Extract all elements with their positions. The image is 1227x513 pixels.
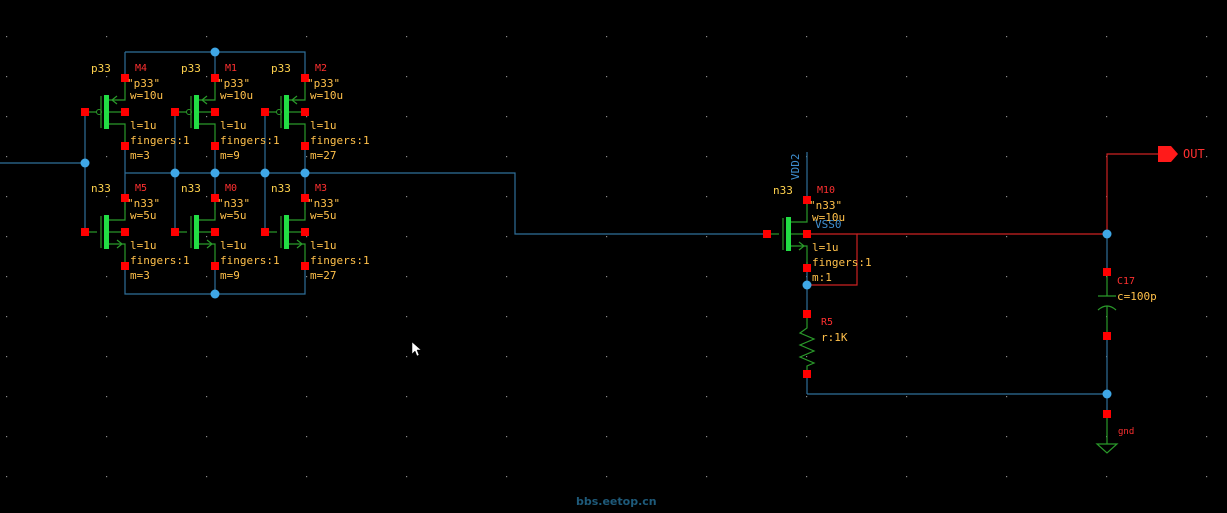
transistor-m2[interactable]: p33 M2"p33"w=10ul=1ufingers:1m=27 [261, 62, 370, 162]
transistor-fingers: fingers:1 [220, 254, 280, 267]
output-stage-wires [806, 152, 1158, 444]
transistor-instance-name: M1 [225, 63, 237, 74]
transistor-multiplier: m=3 [130, 269, 150, 282]
output-pin[interactable]: OUT [1158, 146, 1205, 162]
transistor-multiplier: m=27 [310, 269, 337, 282]
transistor-model: n33 [91, 182, 111, 195]
transistor-instance-name: M5 [135, 183, 147, 194]
transistor-width: w=5u [310, 209, 337, 222]
transistor-model: p33 [271, 62, 291, 75]
capacitor-c17[interactable]: C17 c=100p [1097, 268, 1157, 340]
ground-label: gnd [1118, 427, 1134, 437]
transistor-multiplier: m=9 [220, 269, 240, 282]
capacitor-name: C17 [1117, 276, 1135, 287]
transistor-multiplier: m=9 [220, 149, 240, 162]
transistor-multiplier: m=3 [130, 149, 150, 162]
capacitor-value: c=100p [1117, 290, 1157, 303]
mid-node-wires [0, 112, 770, 235]
transistor-length: l=1u [220, 239, 247, 252]
transistor-instance-name: M3 [315, 183, 327, 194]
transistor-length: l=1u [812, 241, 839, 254]
transistor-length: l=1u [130, 239, 157, 252]
vdd-net-label: VDD2 [789, 154, 802, 181]
ground-symbol: gnd [1095, 410, 1134, 454]
transistor-model: n33 [773, 184, 793, 197]
transistor-instance-name: M4 [135, 63, 147, 74]
transistor-instance-name: M10 [817, 185, 835, 196]
transistor-model: n33 [271, 182, 291, 195]
transistor-width: w=10u [310, 89, 343, 102]
transistor-width: w=5u [130, 209, 157, 222]
transistor-fingers: fingers:1 [130, 134, 190, 147]
vss-net-label: VSS0 [815, 218, 842, 231]
transistor-length: l=1u [310, 239, 337, 252]
transistor-length: l=1u [310, 119, 337, 132]
transistor-fingers: fingers:1 [130, 254, 190, 267]
schematic-canvas[interactable]: p33 M4"p33"w=10ul=1ufingers:1m=3p33 M1"p33… [0, 0, 1227, 513]
resistor-value: r:1K [821, 331, 848, 344]
transistor-length: l=1u [130, 119, 157, 132]
transistor-instance-name: M0 [225, 183, 237, 194]
transistor-width: w=10u [220, 89, 253, 102]
transistor-model: p33 [91, 62, 111, 75]
transistor-fingers: fingers:1 [220, 134, 280, 147]
transistor-model: n33 [181, 182, 201, 195]
transistor-fingers: fingers:1 [310, 134, 370, 147]
transistor-width: w=10u [130, 89, 163, 102]
transistor-multiplier: m:1 [812, 271, 832, 284]
transistor-width: w=5u [220, 209, 247, 222]
output-label: OUT [1183, 147, 1205, 161]
transistor-multiplier: m=27 [310, 149, 337, 162]
resistor-name: R5 [821, 317, 833, 328]
transistor-instance-name: M2 [315, 63, 327, 74]
mouse-cursor-icon [411, 341, 422, 357]
transistor-fingers: fingers:1 [812, 256, 872, 269]
watermark: bbs.eetop.cn [576, 495, 657, 508]
transistor-length: l=1u [220, 119, 247, 132]
resistor-r5[interactable]: R5 r:1K [798, 310, 848, 378]
transistor-m3[interactable]: n33 M3"n33"w=5ul=1ufingers:1m=27 [261, 182, 370, 282]
transistor-fingers: fingers:1 [310, 254, 370, 267]
transistor-model: p33 [181, 62, 201, 75]
